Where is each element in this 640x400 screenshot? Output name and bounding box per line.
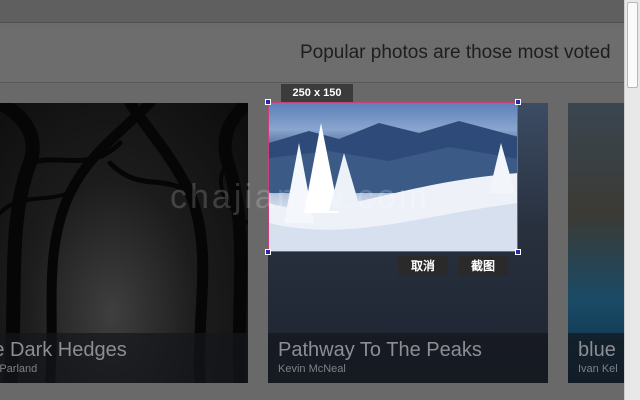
photo-caption: The Dark Hedges by McParland [0,333,248,383]
selection-handle-bottom-left[interactable] [265,249,271,255]
capture-button[interactable]: 截图 [458,256,508,276]
selection-size-label: 250 x 150 [281,84,353,102]
top-bar [0,0,624,23]
cancel-button[interactable]: 取消 [398,256,448,276]
photo-author[interactable]: Kevin McNeal [278,363,346,375]
selection-handle-top-right[interactable] [515,99,521,105]
photo-card[interactable]: blue Ivan Kel [568,103,624,383]
capture-selection[interactable] [268,102,518,252]
selection-handle-bottom-right[interactable] [515,249,521,255]
photo-author[interactable]: Ivan Kel [578,363,618,375]
photo-author[interactable]: by McParland [0,363,37,375]
selected-photo-area [269,103,517,251]
photo-title[interactable]: blue [578,339,616,362]
photo-card[interactable]: The Dark Hedges by McParland [0,103,248,383]
headline-text: Popular photos are those most voted [300,42,611,63]
headline-bar: Popular photos are those most voted [0,28,624,83]
selection-handle-top-left[interactable] [265,99,271,105]
photo-caption: blue Ivan Kel [568,333,624,383]
photo-caption: Pathway To The Peaks Kevin McNeal [268,333,548,383]
photo-title[interactable]: The Dark Hedges [0,339,127,362]
vertical-scrollbar[interactable] [624,0,640,400]
scrollbar-thumb[interactable] [627,2,638,88]
watermark: chajianxw.com [170,178,431,216]
photo-title[interactable]: Pathway To The Peaks [278,339,482,362]
